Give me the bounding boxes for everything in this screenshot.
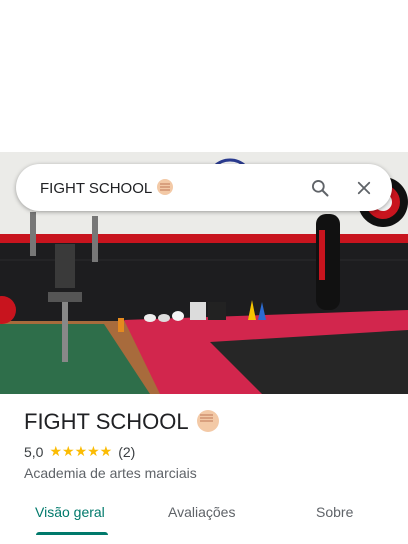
star-rating-icon: ★★★★★ (49, 444, 113, 460)
tab-reviews[interactable]: Avaliações (168, 504, 235, 520)
search-bar[interactable]: FIGHT SCHOOL (16, 164, 392, 211)
place-category[interactable]: Academia de artes marciais (24, 465, 197, 481)
place-title: FIGHT SCHOOL (24, 409, 219, 435)
close-icon (357, 181, 371, 194)
tab-about[interactable]: Sobre (316, 504, 353, 520)
rating-value: 5,0 (24, 444, 44, 460)
rating-row[interactable]: 5,0 ★★★★★ (2) (24, 444, 135, 460)
tab-overview[interactable]: Visão geral (35, 504, 105, 520)
fist-emoji-icon (196, 410, 219, 432)
active-tab-indicator (36, 532, 108, 535)
search-button[interactable] (298, 166, 342, 210)
fist-emoji-icon (157, 178, 174, 195)
search-input[interactable]: FIGHT SCHOOL (40, 178, 298, 197)
search-icon (312, 179, 329, 196)
review-count[interactable]: (2) (118, 444, 135, 460)
close-button[interactable] (342, 166, 386, 210)
place-tabs: Visão geral Avaliações Sobre (0, 496, 408, 544)
